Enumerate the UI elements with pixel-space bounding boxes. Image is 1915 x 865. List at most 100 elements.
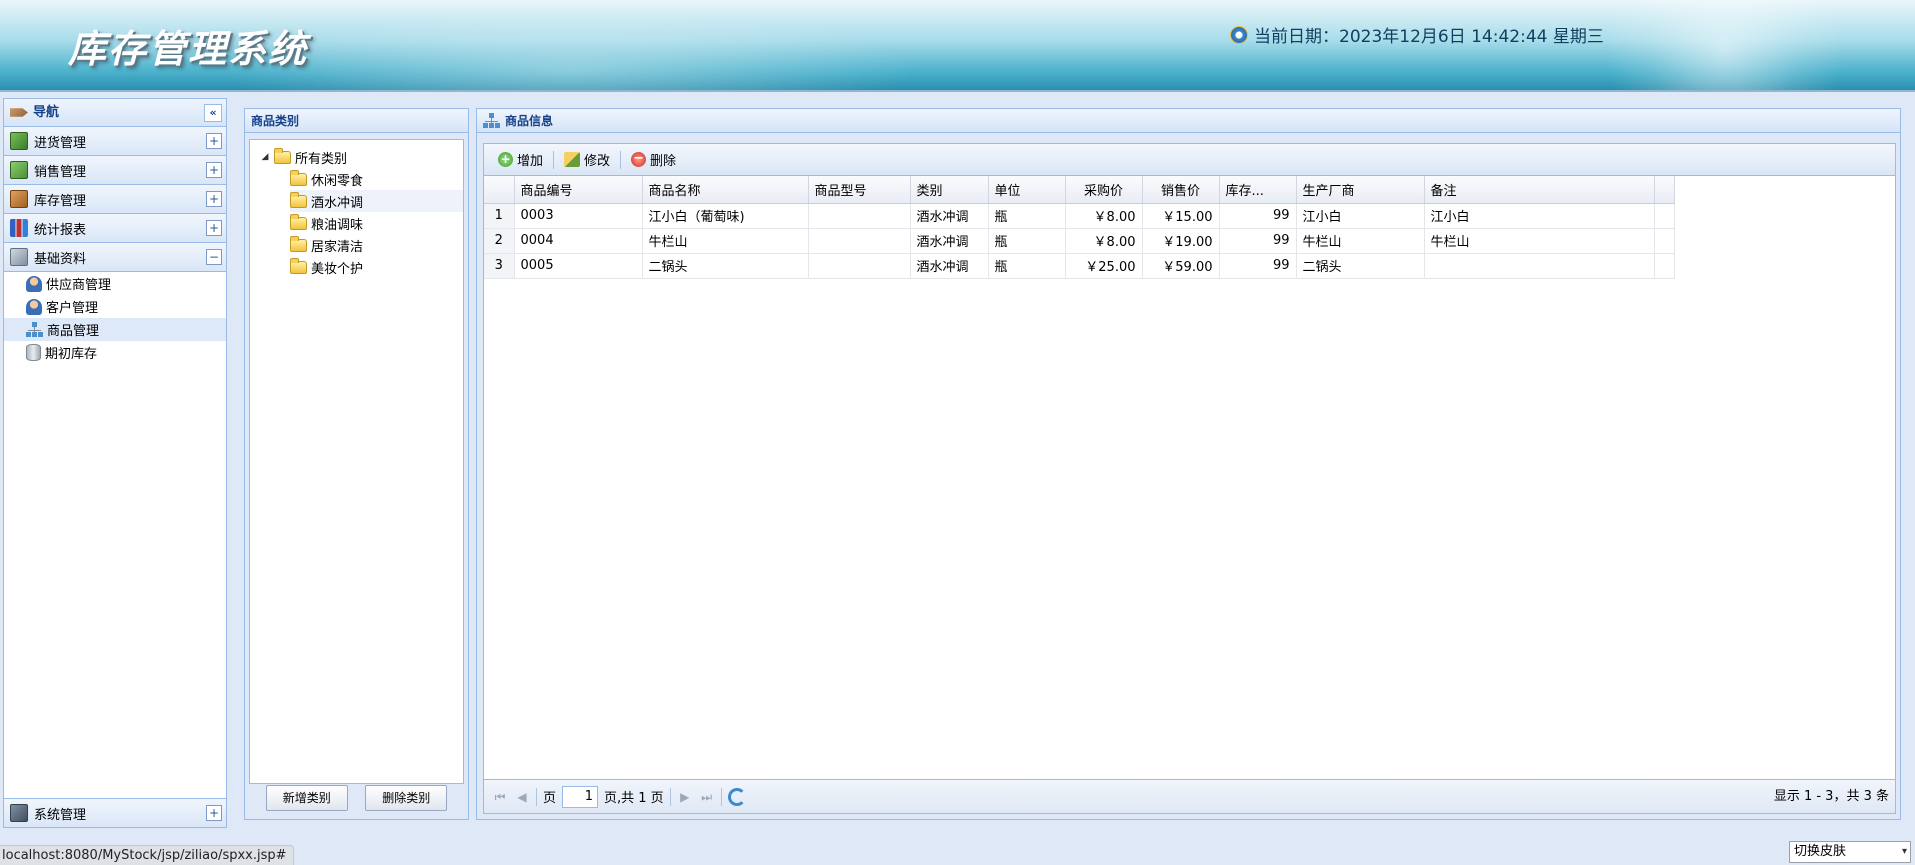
product-grid: + 增加 修改 − 删除 商品编号 商品名称 商品型号 类别 单位 采购价 销售… xyxy=(483,143,1896,814)
add-icon: + xyxy=(498,152,513,167)
delete-button[interactable]: − 删除 xyxy=(625,148,682,171)
cell-model xyxy=(808,253,911,279)
report-icon xyxy=(10,219,28,237)
cell-remark: 江小白 xyxy=(1424,203,1655,229)
nav-section-label: 销售管理 xyxy=(34,164,87,180)
skin-select[interactable]: 切换皮肤 ▾ xyxy=(1789,841,1911,863)
cell-purchase-price: ￥8.00 xyxy=(1065,228,1143,254)
nav-section-stock[interactable]: 库存管理 + xyxy=(4,185,226,214)
row-number: 1 xyxy=(484,203,515,229)
edit-button[interactable]: 修改 xyxy=(558,148,616,171)
purchase-icon xyxy=(10,132,28,150)
cell-filler xyxy=(1654,253,1675,279)
grid-toolbar: + 增加 修改 − 删除 xyxy=(484,144,1895,176)
nav-section-label: 统计报表 xyxy=(34,222,87,238)
nav-section-sales[interactable]: 销售管理 + xyxy=(4,156,226,185)
nav-item-label: 期初库存 xyxy=(45,347,98,362)
cell-category: 酒水冲调 xyxy=(910,228,989,254)
nav-item-product[interactable]: 商品管理 xyxy=(4,318,226,341)
cell-maker: 牛栏山 xyxy=(1296,228,1425,254)
column-header-filler xyxy=(1654,176,1675,204)
row-number-header xyxy=(484,176,515,204)
current-date-text: 当前日期：2023年12月6日 14:42:44 星期三 xyxy=(1254,27,1604,47)
cell-stock: 99 xyxy=(1219,203,1297,229)
tree-icon xyxy=(483,113,500,128)
cell-category: 酒水冲调 xyxy=(910,253,989,279)
edit-icon xyxy=(564,152,581,167)
nav-item-initial-stock[interactable]: 期初库存 xyxy=(4,341,226,364)
nav-section-basic[interactable]: 基础资料 − xyxy=(4,243,226,272)
expand-icon[interactable]: + xyxy=(206,220,222,236)
tree-node[interactable]: 休闲零食 xyxy=(290,168,463,190)
tree-node[interactable]: 美妆个护 xyxy=(290,256,463,278)
cell-filler xyxy=(1654,228,1675,254)
pager-separator xyxy=(720,787,722,806)
pager-separator xyxy=(536,787,537,806)
column-header[interactable]: 库存... xyxy=(1219,176,1297,204)
tree-node-label: 酒水冲调 xyxy=(311,195,364,211)
refresh-icon[interactable] xyxy=(727,787,746,806)
table-row[interactable]: 1 0003 江小白（葡萄味) 酒水冲调 瓶 ￥8.00 ￥15.00 99 江… xyxy=(484,203,1675,229)
cell-sale-price: ￥59.00 xyxy=(1142,253,1220,279)
column-header[interactable]: 采购价 xyxy=(1065,176,1143,204)
basic-data-list: 供应商管理 客户管理 商品管理 期初库存 xyxy=(4,272,226,364)
table-row[interactable]: 2 0004 牛栏山 酒水冲调 瓶 ￥8.00 ￥19.00 99 牛栏山 牛栏… xyxy=(484,228,1675,254)
system-icon xyxy=(10,804,28,822)
tree-node-label: 粮油调味 xyxy=(311,217,364,233)
tree-node-label: 所有类别 xyxy=(295,151,348,167)
expand-icon[interactable]: + xyxy=(206,133,222,149)
page-number-input[interactable]: 1 xyxy=(562,785,599,808)
column-header[interactable]: 商品编号 xyxy=(514,176,643,204)
category-panel: 商品类别 ◢ 所有类别 休闲零食 酒水冲调 粮油调味 居家清洁 美妆个护 新增类… xyxy=(244,108,469,820)
cell-category: 酒水冲调 xyxy=(910,203,989,229)
tree-node[interactable]: 粮油调味 xyxy=(290,212,463,234)
next-page-icon[interactable]: ▶ xyxy=(677,789,693,805)
collapse-nav-button[interactable]: « xyxy=(204,103,222,122)
expand-triangle-icon[interactable]: ◢ xyxy=(260,152,270,162)
nav-section-purchase[interactable]: 进货管理 + xyxy=(4,127,226,156)
nav-item-label: 供应商管理 xyxy=(46,278,112,293)
column-header[interactable]: 销售价 xyxy=(1142,176,1220,204)
expand-icon[interactable]: + xyxy=(206,162,222,178)
nav-section-label: 进货管理 xyxy=(34,135,87,151)
cell-purchase-price: ￥25.00 xyxy=(1065,253,1143,279)
cell-model xyxy=(808,228,911,254)
folder-icon xyxy=(274,147,291,164)
prev-page-icon[interactable]: ◀ xyxy=(514,789,530,805)
expand-icon[interactable]: + xyxy=(206,805,222,821)
column-header[interactable]: 备注 xyxy=(1424,176,1655,204)
product-panel: 商品信息 + 增加 修改 − 删除 商品编号 商品名称 商品型号 类别 单位 采… xyxy=(476,108,1901,820)
table-row[interactable]: 3 0005 二锅头 酒水冲调 瓶 ￥25.00 ￥59.00 99 二锅头 xyxy=(484,253,1675,279)
page-label: 页 xyxy=(543,791,557,806)
nav-panel: 导航 « 进货管理 + 销售管理 + 库存管理 + 统计报表 + 基础资料 − … xyxy=(3,98,227,828)
last-page-icon[interactable]: ⏭ xyxy=(699,789,715,805)
nav-section-system[interactable]: 系统管理 + xyxy=(4,798,226,827)
add-button[interactable]: + 增加 xyxy=(492,148,549,171)
nav-item-supplier[interactable]: 供应商管理 xyxy=(4,272,226,295)
nav-item-customer[interactable]: 客户管理 xyxy=(4,295,226,318)
cell-maker: 江小白 xyxy=(1296,203,1425,229)
column-header[interactable]: 类别 xyxy=(910,176,989,204)
tree-node-selected[interactable]: 酒水冲调 xyxy=(290,190,463,212)
collapse-icon[interactable]: − xyxy=(206,249,222,265)
first-page-icon[interactable]: ⏮ xyxy=(492,789,508,805)
nav-section-report[interactable]: 统计报表 + xyxy=(4,214,226,243)
delete-category-button[interactable]: 删除类别 xyxy=(365,785,448,811)
column-header[interactable]: 生产厂商 xyxy=(1296,176,1425,204)
column-header[interactable]: 单位 xyxy=(988,176,1066,204)
product-panel-title-bar: 商品信息 xyxy=(477,109,1900,133)
cell-code: 0004 xyxy=(514,228,643,254)
row-number: 2 xyxy=(484,228,515,254)
app-title: 库存管理系统 xyxy=(68,27,309,71)
add-category-button[interactable]: 新增类别 xyxy=(265,785,348,811)
clock-icon xyxy=(1230,25,1248,44)
tree-node[interactable]: 居家清洁 xyxy=(290,234,463,256)
column-header[interactable]: 商品名称 xyxy=(642,176,809,204)
product-table: 商品编号 商品名称 商品型号 类别 单位 采购价 销售价 库存... 生产厂商 … xyxy=(484,176,1675,279)
page-count-label: 页,共 1 页 xyxy=(604,791,664,806)
tree-node-root[interactable]: ◢ 所有类别 xyxy=(260,146,463,168)
column-header[interactable]: 商品型号 xyxy=(808,176,911,204)
cell-unit: 瓶 xyxy=(988,228,1066,254)
expand-icon[interactable]: + xyxy=(206,191,222,207)
cell-unit: 瓶 xyxy=(988,253,1066,279)
